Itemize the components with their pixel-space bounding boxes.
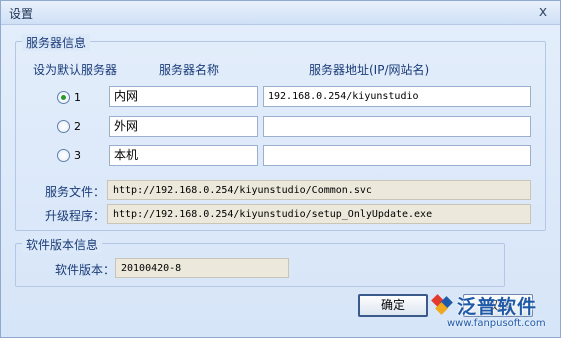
title-bar: 设置 x — [1, 1, 560, 25]
radio-label-3: 3 — [74, 149, 81, 162]
watermark-url: www.fanpusoft.com — [447, 318, 546, 329]
server-name-input-1[interactable]: 内网 — [109, 86, 258, 107]
ok-button[interactable]: 确定 — [358, 294, 428, 317]
window-title: 设置 — [9, 7, 34, 21]
server-info-legend: 服务器信息 — [22, 34, 91, 51]
upgrade-program-field: http://192.168.0.254/kiyunstudio/setup_O… — [107, 204, 531, 224]
radio-server-2[interactable] — [57, 120, 70, 133]
server-address-input-2[interactable] — [263, 116, 531, 137]
server-address-input-3[interactable] — [263, 145, 531, 166]
version-field: 20100420-8 — [115, 258, 289, 278]
watermark-brand: 泛普软件 — [457, 296, 538, 318]
radio-server-1[interactable] — [57, 91, 70, 104]
version-label: 软件版本： — [55, 263, 116, 277]
server-name-input-2[interactable]: 外网 — [109, 116, 258, 137]
settings-dialog: 设置 x 服务器信息 设为默认服务器 服务器名称 服务器地址(IP/网站名) 1… — [0, 0, 561, 338]
radio-label-1: 1 — [74, 91, 81, 104]
server-address-input-1[interactable]: 192.168.0.254/kiyunstudio — [263, 86, 531, 107]
radio-label-2: 2 — [74, 120, 81, 133]
server-name-input-3[interactable]: 本机 — [109, 145, 258, 166]
col-header-default: 设为默认服务器 — [33, 63, 118, 77]
service-file-field: http://192.168.0.254/kiyunstudio/Common.… — [107, 180, 531, 200]
close-button[interactable]: x — [536, 5, 550, 19]
watermark: 泛普软件 www.fanpusoft.com — [431, 292, 557, 336]
version-info-legend: 软件版本信息 — [22, 236, 103, 253]
radio-selected-dot — [61, 95, 66, 100]
fanpu-logo-icon — [431, 294, 453, 315]
radio-server-3[interactable] — [57, 149, 70, 162]
col-header-name: 服务器名称 — [159, 63, 220, 77]
upgrade-program-label: 升级程序： — [45, 209, 106, 223]
col-header-address: 服务器地址(IP/网站名) — [309, 63, 430, 77]
service-file-label: 服务文件： — [45, 185, 106, 199]
